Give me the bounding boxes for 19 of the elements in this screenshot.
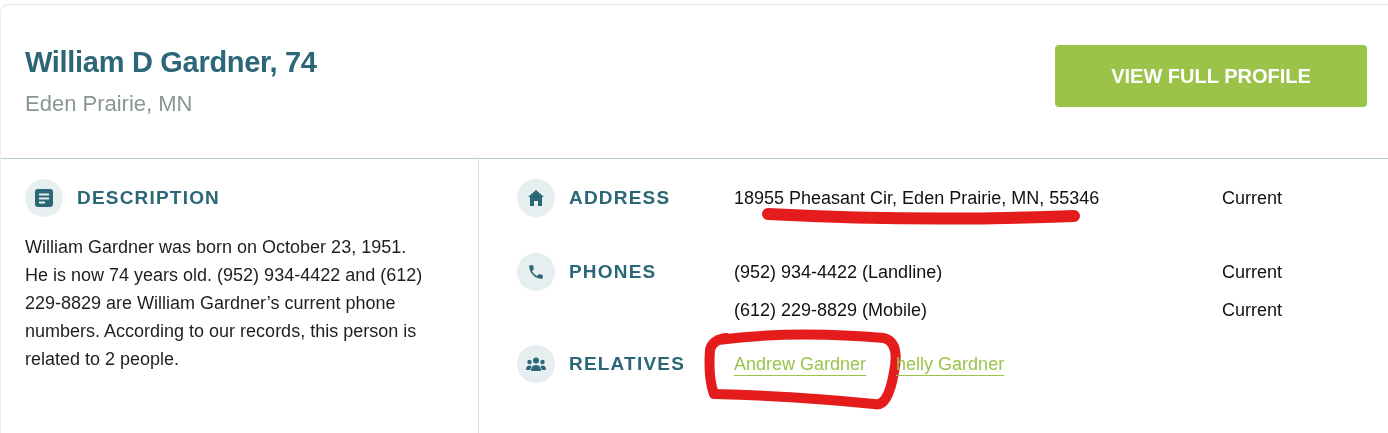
status-text: Current bbox=[1222, 299, 1284, 321]
section-heading: PHONES bbox=[569, 261, 657, 283]
person-location: Eden Prairie, MN bbox=[25, 91, 194, 117]
section-heading: ADDRESS bbox=[569, 187, 671, 209]
view-profile-button[interactable]: VIEW FULL PROFILE bbox=[1055, 45, 1367, 107]
detail-value: (952) 934-4422 (Landline) bbox=[734, 261, 943, 282]
description-text: William Gardner was born on October 23, 1951. He is now 74 years old. (952) 934-4422 and (612) 229-8829 are William Gardner’s current phone numbers. According to our records, this person is related to 2 people. bbox=[25, 236, 424, 371]
document-icon bbox=[35, 189, 53, 207]
people-icon bbox=[526, 357, 546, 371]
relative-link[interactable]: Andrew Gardner bbox=[734, 353, 867, 374]
detail-value: (612) 229-8829 (Mobile) bbox=[734, 299, 928, 320]
status-text: Current bbox=[1222, 261, 1284, 283]
detail-value: 18955 Pheasant Cir, Eden Prairie, MN, 55346 bbox=[734, 187, 1100, 208]
phone-icon bbox=[527, 263, 545, 281]
person-name: William D Gardner, 74 bbox=[25, 46, 317, 79]
section-heading: RELATIVES bbox=[569, 353, 685, 375]
house-icon bbox=[528, 190, 544, 206]
status-text: Current bbox=[1222, 187, 1284, 209]
section-heading: DESCRIPTION bbox=[77, 187, 221, 209]
